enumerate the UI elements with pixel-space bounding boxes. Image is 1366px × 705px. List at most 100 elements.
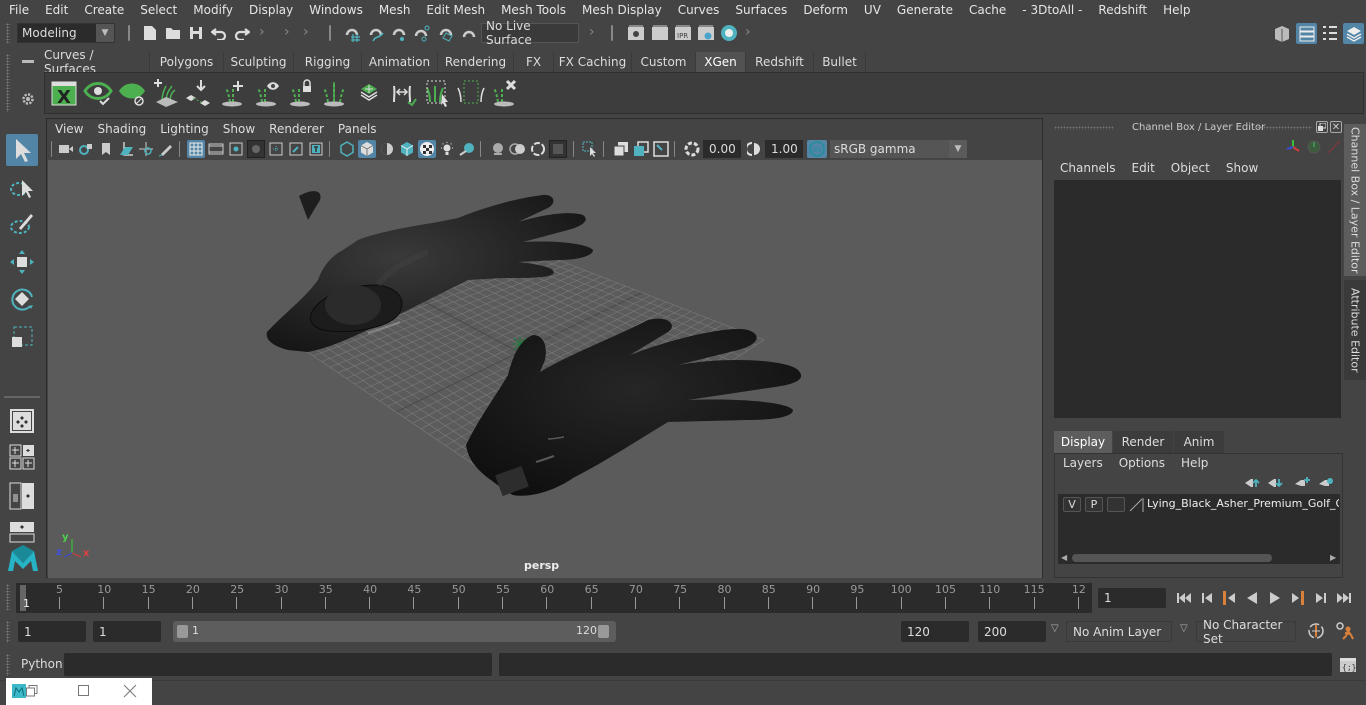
select-guides-icon[interactable] [421, 77, 453, 109]
guide-length-icon[interactable] [319, 77, 351, 109]
chevron-down-icon[interactable]: ▽ [1051, 623, 1059, 634]
layer-name[interactable]: Lying_Black_Asher_Premium_Golf_Glov [1147, 497, 1339, 510]
menu-curves[interactable]: Curves [669, 3, 727, 17]
playback-start-field[interactable]: 1 [93, 621, 161, 642]
modeling-toolkit-icon[interactable] [1272, 23, 1292, 43]
layer-playback-toggle[interactable]: P [1085, 497, 1103, 512]
wireframe-icon[interactable] [338, 140, 356, 158]
lock-guides-icon[interactable] [285, 77, 317, 109]
viewport-menu-shading[interactable]: Shading [89, 122, 152, 136]
save-scene-icon[interactable] [186, 23, 206, 43]
xray-joints-icon[interactable] [529, 140, 547, 158]
menu-create[interactable]: Create [75, 3, 131, 17]
2d-pan-zoom-icon[interactable] [137, 140, 155, 158]
anim-layer-select[interactable]: No Anim Layer [1066, 621, 1172, 642]
layers-menu[interactable]: Layers [1063, 456, 1103, 470]
safe-title-icon[interactable] [307, 140, 325, 158]
shelf-tab-custom[interactable]: Custom [632, 52, 696, 72]
textured-icon[interactable] [418, 140, 436, 158]
help-menu[interactable]: Help [1181, 456, 1208, 470]
layer-tab-render[interactable]: Render [1113, 431, 1173, 453]
channel-box-toggle-icon[interactable] [1296, 23, 1317, 44]
speed-toggle-icon[interactable] [1305, 138, 1323, 156]
shelf-tab-xgen[interactable]: XGen [696, 52, 746, 72]
xray-active-components-icon[interactable] [509, 140, 527, 158]
range-slider[interactable]: 1 120 [173, 621, 616, 642]
layer-visibility-toggle[interactable]: V [1063, 497, 1081, 512]
paint-select-icon[interactable] [6, 208, 38, 240]
new-layer-icon[interactable] [1293, 476, 1311, 490]
safe-action-icon[interactable] [287, 140, 305, 158]
collapse-icon[interactable]: › [284, 24, 290, 40]
menu-select[interactable]: Select [131, 3, 184, 17]
live-surface-field[interactable]: No Live Surface [481, 19, 579, 47]
wireframe-on-shaded-icon[interactable] [398, 140, 416, 158]
backface-culling-icon[interactable] [549, 140, 567, 158]
snap-grid-icon[interactable] [342, 23, 362, 43]
play-backwards-icon[interactable] [1243, 589, 1261, 607]
hypershade-icon[interactable] [719, 23, 739, 43]
snap-point-icon[interactable] [389, 23, 409, 43]
four-view-icon[interactable] [6, 442, 38, 474]
select-tool-icon[interactable] [6, 134, 38, 166]
redo-icon[interactable] [232, 23, 252, 43]
menu-windows[interactable]: Windows [300, 3, 370, 17]
hyperbolic-toggle-icon[interactable] [1325, 138, 1343, 156]
move-tool-icon[interactable] [6, 246, 38, 278]
ambient-occlusion-icon[interactable] [632, 140, 650, 158]
channel-list[interactable] [1054, 180, 1341, 418]
isolate-select-icon[interactable] [581, 140, 599, 158]
side-tab-channel-box[interactable]: Channel Box / Layer Editor [1344, 124, 1366, 276]
edit-menu[interactable]: Edit [1132, 161, 1155, 175]
xgen-preview-icon[interactable] [82, 77, 114, 109]
animation-start-field[interactable]: 1 [18, 621, 86, 642]
ipr-render-icon[interactable]: IPR [673, 23, 693, 43]
layer-color-swatch[interactable] [1129, 497, 1145, 512]
collapse-icon[interactable]: › [589, 24, 595, 40]
menu-modify[interactable]: Modify [184, 3, 240, 17]
delete-guides-icon[interactable] [489, 77, 521, 109]
range-start-handle[interactable] [177, 625, 188, 638]
sculpt-guides-icon[interactable] [353, 77, 385, 109]
menu-edit-mesh[interactable]: Edit Mesh [417, 3, 492, 17]
place-guides-icon[interactable] [183, 77, 215, 109]
rotate-tool-icon[interactable] [6, 283, 38, 315]
render-settings-icon[interactable] [696, 23, 716, 43]
open-scene-icon[interactable] [163, 23, 183, 43]
layer-tab-anim[interactable]: Anim [1174, 431, 1224, 453]
auto-key-icon[interactable] [1306, 621, 1326, 641]
animation-end-field[interactable]: 200 [978, 621, 1046, 642]
viewport-menu-lighting[interactable]: Lighting [152, 122, 215, 136]
film-gate-icon[interactable] [207, 140, 225, 158]
use-all-lights-icon[interactable] [438, 140, 456, 158]
bookmarks-icon[interactable] [97, 140, 115, 158]
play-forwards-icon[interactable] [1266, 589, 1284, 607]
playback-end-field[interactable]: 120 [901, 621, 969, 642]
shelf-tab-fx[interactable]: FX [514, 52, 554, 72]
create-description-icon[interactable] [149, 77, 181, 109]
gate-mask-icon[interactable] [247, 140, 265, 158]
shelf-tab-fx-caching[interactable]: FX Caching [554, 52, 632, 72]
color-space-select[interactable]: sRGB gamma ▼ [830, 140, 967, 158]
make-live-icon[interactable] [459, 23, 479, 43]
script-editor-icon[interactable]: {;} [1338, 655, 1358, 675]
shelf-settings-gear-icon[interactable] [19, 90, 37, 108]
panel-drag-handle[interactable] [1054, 126, 1114, 130]
chevron-down-icon[interactable]: ▽ [1180, 623, 1188, 634]
menu-redshift[interactable]: Redshift [1089, 3, 1154, 17]
move-layer-down-icon[interactable] [1266, 476, 1284, 490]
motion-blur-icon[interactable] [652, 140, 670, 158]
field-chart-icon[interactable] [267, 140, 285, 158]
side-tab-attribute-editor[interactable]: Attribute Editor [1344, 280, 1366, 380]
scrollbar-thumb[interactable] [1072, 554, 1272, 562]
new-scene-icon[interactable] [140, 23, 160, 43]
grid-toggle-icon[interactable] [187, 140, 205, 158]
outliner-persp-icon[interactable] [6, 480, 38, 512]
shelf-tab-rendering[interactable]: Rendering [438, 52, 514, 72]
menu-help[interactable]: Help [1154, 3, 1197, 17]
smooth-shade-icon[interactable] [358, 140, 376, 158]
menu-3dtoall[interactable]: - 3DtoAll - [1013, 3, 1089, 17]
viewport-menu-view[interactable]: View [47, 122, 89, 136]
lasso-tool-icon[interactable] [6, 172, 38, 204]
horizontal-scrollbar[interactable]: ◀ ▶ [1058, 552, 1340, 564]
